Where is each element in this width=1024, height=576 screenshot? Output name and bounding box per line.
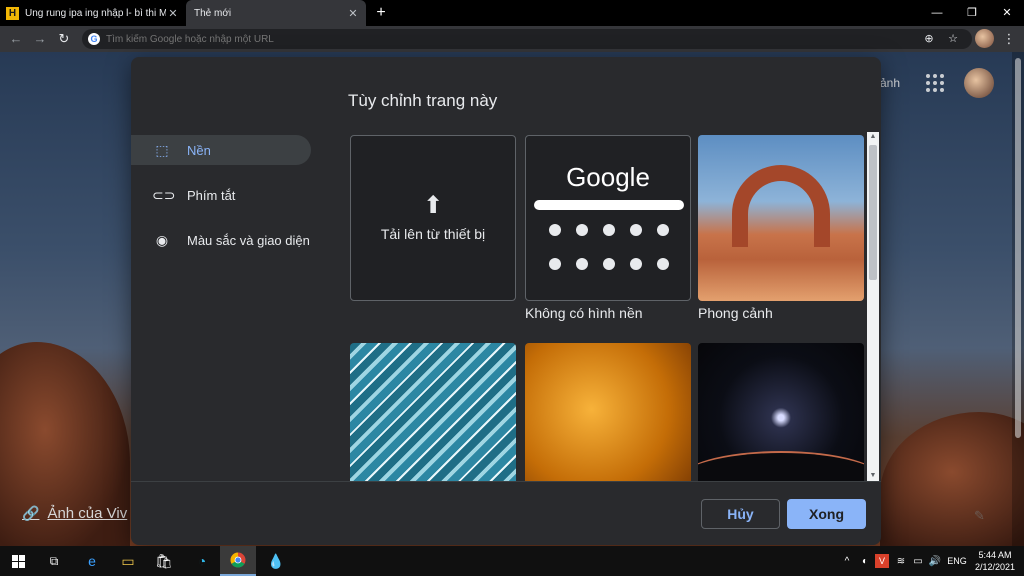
clock-time: 5:44 AM [978,550,1012,560]
system-clock[interactable]: 5:44 AM 2/12/2021 [972,549,1018,573]
omnibox[interactable]: G ⊕ ☆ [82,29,972,49]
restore-button[interactable]: ❐ [955,0,989,26]
textures-tile[interactable] [525,343,691,481]
menu-item-background[interactable]: ⬚ Nền [131,135,311,165]
google-logo: Google [566,162,650,192]
close-tab-icon[interactable]: ✕ [346,7,360,20]
app-tray-icon[interactable]: ◐ [858,546,872,576]
site-favicon-icon: H [6,6,19,20]
rock-arch-image [732,165,830,247]
minimize-button[interactable]: — [920,0,954,26]
scroll-down-icon[interactable]: ▼ [867,471,879,481]
chrome-menu-button[interactable]: ⋮ [1000,29,1018,49]
back-button[interactable]: ← [6,29,26,49]
scroll-up-icon[interactable]: ▲ [867,132,879,142]
menu-item-shortcuts[interactable]: ⊂⊃ Phím tắt [131,180,311,210]
paint-drop-icon[interactable]: 💧 [258,546,294,576]
chrome-logo-icon [230,552,246,568]
earth-from-space-tile[interactable] [698,343,864,481]
upload-icon: ⬆ [422,192,444,219]
show-hidden-icons[interactable]: ^ [840,546,854,576]
start-button[interactable] [0,546,36,576]
photo-credit-text: Ảnh của Viv [47,505,128,522]
search-bar-preview [534,200,684,210]
landscape-tile[interactable] [698,135,864,301]
menu-item-label: Màu sắc và giao diện [187,232,310,248]
close-window-button[interactable]: ✕ [990,0,1024,26]
battery-icon[interactable]: ▭ [911,546,925,576]
background-grid: ⬆ Tải lên từ thiết bị Google Không có hì… [350,135,865,481]
browser-toolbar: ← → ↻ G ⊕ ☆ [0,26,1024,52]
internet-explorer-icon[interactable]: e [74,546,110,576]
dialog-scrollbar[interactable]: ▲ ▼ [867,132,879,481]
link-icon: 🔗 [22,505,40,521]
chrome-icon[interactable] [220,546,256,576]
no-background-tile[interactable]: Google [525,135,691,301]
architecture-tile[interactable] [350,343,516,481]
gmail-link-partial[interactable]: ảnh [880,76,900,90]
customize-dialog: Tùy chỉnh trang này ⬚ Nền ⊂⊃ Phím tắt ◉ … [131,57,881,545]
new-tab-button[interactable]: + [371,3,391,23]
dialog-divider [131,481,881,482]
network-icon[interactable]: ≋ [894,546,908,576]
language-indicator[interactable]: ENG [945,546,969,576]
upload-label: Tải lên từ thiết bị [380,226,486,242]
menu-item-colors-theme[interactable]: ◉ Màu sắc và giao diện [131,225,311,255]
file-explorer-icon[interactable]: ▭ [110,546,146,576]
apps-grid-icon[interactable] [926,74,944,92]
link-icon: ⊂⊃ [152,186,176,203]
close-tab-icon[interactable]: ✕ [166,7,180,20]
windows-icon [11,554,25,568]
bookmark-star-icon[interactable]: ☆ [944,29,962,49]
account-avatar[interactable] [964,68,994,98]
shortcut-dots-preview [542,224,676,270]
store-icon[interactable]: 🛍 [146,546,182,576]
menu-item-label: Phím tắt [187,187,236,203]
photo-credit-link[interactable]: 🔗 Ảnh của Viv [22,505,127,522]
clock-date: 2/12/2021 [974,562,1016,572]
task-view-icon[interactable]: ⧉ [36,546,72,576]
vietkey-icon[interactable]: V [875,554,889,568]
background-rock [880,412,1024,546]
tile-caption: Phong cảnh [698,305,773,321]
customize-pencil-icon[interactable]: ✎ [974,508,985,524]
planet-horizon [698,451,864,481]
dialog-title: Tùy chỉnh trang này [348,91,498,110]
reload-button[interactable]: ↻ [54,29,74,49]
tab-strip: H Ung rung ipa ing nhập l- bì thi M ✕ Th… [0,0,1024,26]
image-icon: ⬚ [155,141,169,158]
google-icon: G [88,33,100,45]
address-input[interactable] [106,33,972,45]
page-scrollbar[interactable] [1012,52,1024,546]
done-button[interactable]: Xong [787,499,866,529]
scroll-thumb[interactable] [869,145,877,280]
tile-caption: Không có hình nền [525,305,643,321]
edge-icon[interactable]: ◔ [184,546,220,576]
menu-item-label: Nền [187,142,211,158]
tab-ung-rung[interactable]: H Ung rung ipa ing nhập l- bì thi M ✕ [0,0,186,26]
zoom-icon[interactable]: ⊕ [920,29,938,49]
palette-icon: ◉ [155,231,169,248]
volume-icon[interactable]: 🔊 [928,546,942,576]
upload-from-device-tile[interactable]: ⬆ Tải lên từ thiết bị [350,135,516,301]
forward-button[interactable]: → [30,29,50,49]
cancel-button[interactable]: Hủy [701,499,780,529]
tab-label: Thẻ mới [194,7,232,19]
tab-label: Ung rung ipa ing nhập l- bì thi M [25,7,166,19]
windows-taskbar: ⧉ e ▭ 🛍 ◔ 💧 ^ ◐ V ≋ ▭ 🔊 ENG 5:44 AM 2/12… [0,546,1024,576]
tab-new-tab[interactable]: Thẻ mới ✕ [186,0,366,26]
profile-avatar[interactable] [975,29,994,48]
